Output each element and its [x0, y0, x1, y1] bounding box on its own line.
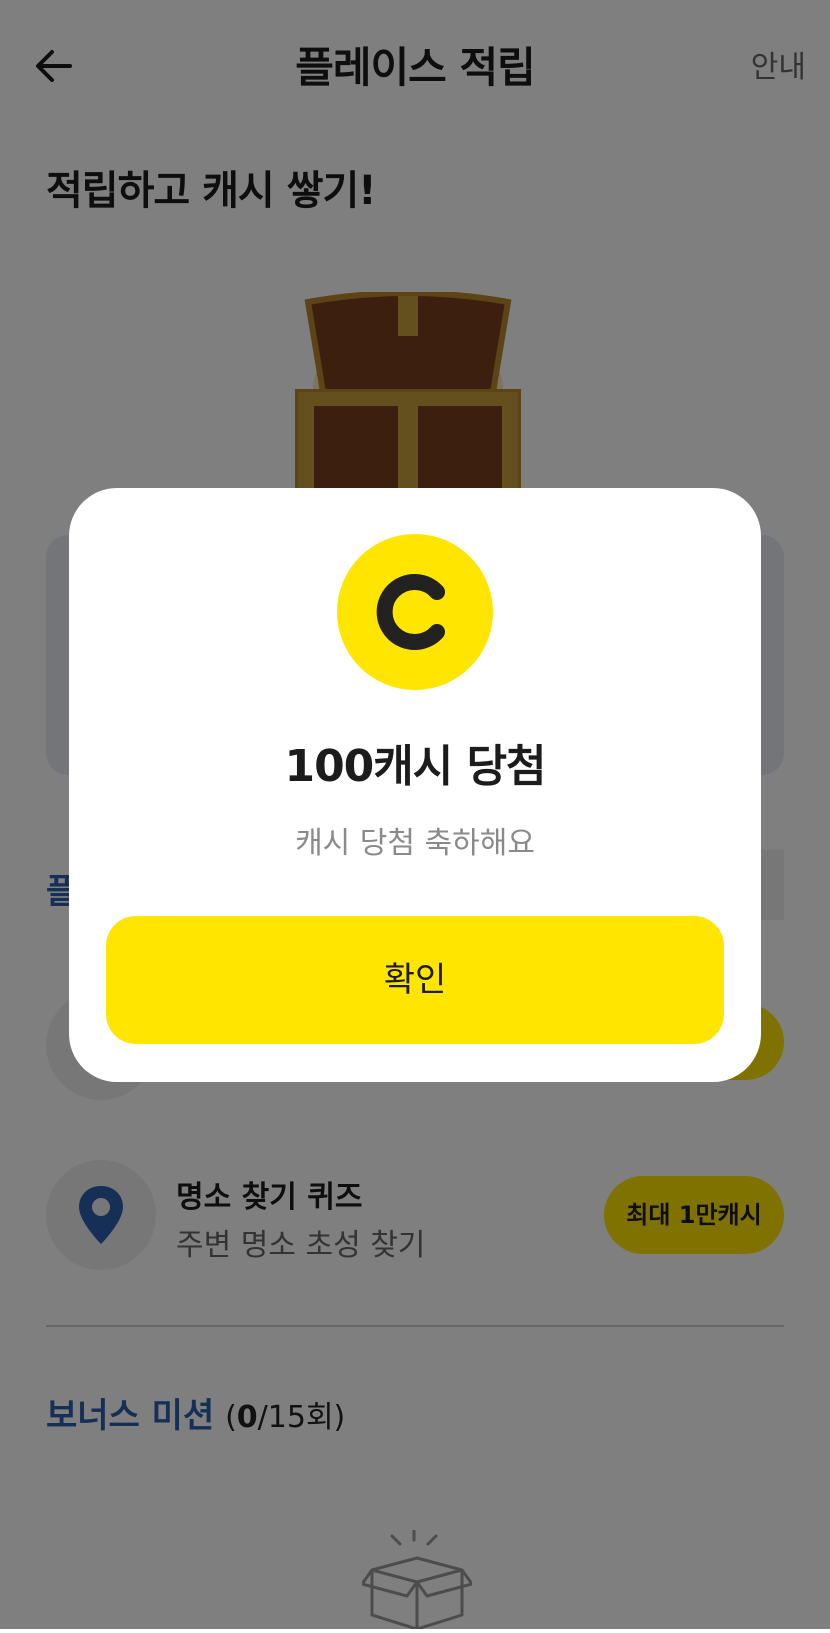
modal-title: 100캐시 당첨 [284, 741, 546, 792]
cash-coin-icon [337, 534, 493, 690]
confirm-button[interactable]: 확인 [106, 916, 724, 1044]
place-earn-page: 플레이스 적립 안내 적립하고 캐시 쌓기! 플 명소 찾기 퀴즈 주변 명소 … [0, 0, 830, 1631]
reward-modal: 100캐시 당첨 캐시 당첨 축하해요 확인 [69, 488, 761, 1082]
modal-subtitle: 캐시 당첨 축하해요 [295, 826, 535, 861]
